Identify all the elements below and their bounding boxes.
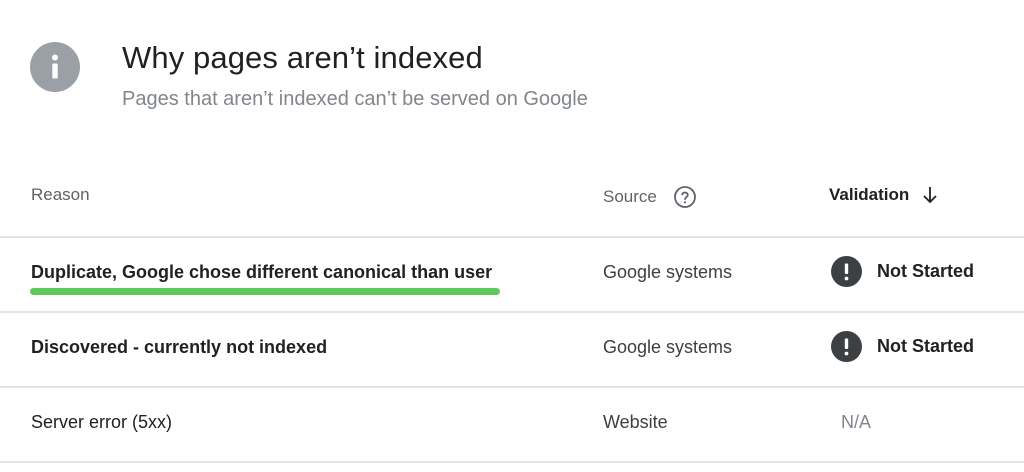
arrow-down-icon[interactable]	[921, 185, 939, 205]
indexing-card: Why pages aren’t indexed Pages that aren…	[0, 0, 1024, 472]
reason-cell[interactable]: Discovered - currently not indexed	[31, 337, 327, 358]
source-cell: Website	[603, 412, 668, 432]
validation-status: N/A	[841, 412, 872, 432]
column-header-source-label: Source	[603, 187, 657, 206]
highlight-underline	[30, 288, 500, 295]
exclamation-icon	[831, 256, 862, 287]
page-title: Why pages aren’t indexed	[122, 40, 483, 75]
table-header: Reason Source Validation	[0, 160, 1024, 238]
validation-cell: Not Started	[831, 331, 974, 362]
column-header-validation-label: Validation	[829, 185, 910, 204]
page-subtitle: Pages that aren’t indexed can’t be serve…	[122, 88, 588, 110]
table-row[interactable]: Discovered - currently not indexed Googl…	[0, 313, 1024, 388]
column-header-validation[interactable]: Validation	[829, 185, 939, 205]
exclamation-icon	[831, 331, 862, 362]
reason-cell[interactable]: Duplicate, Google chose different canoni…	[31, 262, 492, 283]
validation-status: Not Started	[877, 261, 975, 281]
table-row[interactable]: Duplicate, Google chose different canoni…	[0, 238, 1024, 313]
source-cell: Google systems	[603, 337, 733, 357]
column-header-reason-label: Reason	[31, 185, 90, 204]
validation-status: Not Started	[877, 336, 975, 356]
reason-cell[interactable]: Server error (5xx)	[31, 412, 172, 433]
info-icon	[30, 42, 80, 92]
reasons-table: Reason Source Validation Duplicate, Goog…	[0, 160, 1024, 463]
table-row[interactable]: Server error (5xx) Website N/A	[0, 388, 1024, 463]
validation-cell: Not Started	[831, 256, 974, 287]
column-header-reason[interactable]: Reason	[31, 185, 90, 205]
card-header: Why pages aren’t indexed Pages that aren…	[30, 30, 990, 130]
column-header-source[interactable]: Source	[603, 185, 697, 209]
source-cell: Google systems	[603, 262, 733, 282]
help-icon[interactable]	[673, 185, 697, 209]
